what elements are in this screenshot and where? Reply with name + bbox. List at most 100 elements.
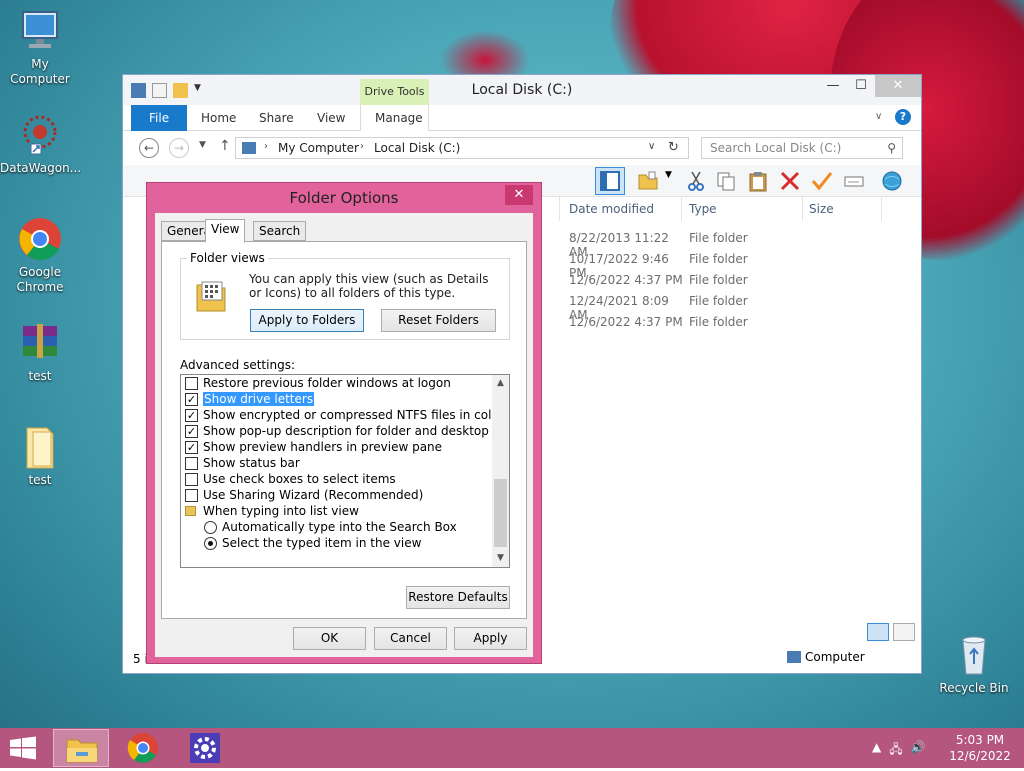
chevron-down-icon[interactable]: ▼	[665, 170, 675, 192]
checkbox-checked[interactable]: ✓	[185, 441, 198, 454]
folder-views-group: Folder views You can apply this view (su…	[180, 251, 510, 340]
settings-scrollbar[interactable]: ▲ ▼	[492, 375, 509, 567]
network-icon[interactable]: 🖧	[889, 740, 902, 761]
search-input[interactable]: Search Local Disk (C:) ⚲	[701, 137, 903, 159]
setting-show-popup-description[interactable]: ✓ Show pop-up description for folder and…	[185, 423, 510, 439]
desktop-icon-my-computer[interactable]: My Computer	[0, 8, 80, 87]
setting-auto-type-search-box[interactable]: Automatically type into the Search Box	[204, 519, 457, 535]
close-button[interactable]: ✕	[875, 75, 921, 97]
apply-to-folders-button[interactable]: Apply to Folders	[250, 309, 364, 332]
checkbox[interactable]	[185, 377, 198, 390]
preview-pane-icon[interactable]	[595, 167, 625, 195]
radio-button[interactable]	[204, 521, 217, 534]
folder-options-icon[interactable]	[637, 170, 659, 192]
volume-icon[interactable]: 🔊	[911, 740, 926, 761]
checkbox[interactable]	[185, 473, 198, 486]
large-icons-view-icon[interactable]	[893, 623, 915, 641]
scroll-up-icon[interactable]: ▲	[492, 375, 509, 392]
setting-show-preview-handlers[interactable]: ✓ Show preview handlers in preview pane	[185, 439, 442, 455]
up-arrow-icon[interactable]: ↑	[219, 138, 231, 154]
details-view-icon[interactable]	[867, 623, 889, 641]
tab-manage[interactable]: Manage	[360, 105, 429, 131]
column-type[interactable]: Type	[689, 202, 717, 216]
cancel-button[interactable]: Cancel	[374, 627, 447, 650]
setting-restore-folder-windows[interactable]: Restore previous folder windows at logon	[185, 375, 451, 391]
chevron-right-icon[interactable]: ›	[360, 141, 364, 152]
column-separator[interactable]	[559, 197, 560, 221]
restore-defaults-button[interactable]: Restore Defaults	[406, 586, 510, 609]
taskbar-settings[interactable]	[177, 729, 233, 767]
minimize-button[interactable]: —	[819, 75, 847, 97]
paste-icon[interactable]	[747, 170, 769, 192]
apply-button[interactable]: Apply	[454, 627, 527, 650]
status-location: Computer	[787, 650, 865, 664]
datawagon-icon	[17, 112, 63, 158]
desktop-icon-test-archive[interactable]: test	[0, 320, 80, 384]
taskbar-google-chrome[interactable]	[115, 729, 171, 767]
setting-show-encrypted-color[interactable]: ✓ Show encrypted or compressed NTFS file…	[185, 407, 504, 423]
setting-label: Select the typed item in the view	[222, 536, 422, 550]
column-separator[interactable]	[881, 197, 882, 221]
column-size[interactable]: Size	[809, 202, 834, 216]
breadcrumb-local-disk[interactable]: Local Disk (C:)	[374, 141, 460, 155]
tab-view[interactable]: View	[205, 219, 246, 243]
scrollbar-thumb[interactable]	[494, 479, 507, 547]
breadcrumb-my-computer[interactable]: My Computer	[278, 141, 359, 155]
checkbox-checked[interactable]: ✓	[185, 425, 198, 438]
taskbar-file-explorer[interactable]	[53, 729, 109, 767]
setting-use-sharing-wizard[interactable]: Use Sharing Wizard (Recommended)	[185, 487, 423, 503]
show-hidden-icons-icon[interactable]: ▲	[872, 740, 881, 761]
dialog-close-button[interactable]: ✕	[505, 185, 533, 205]
column-date-modified[interactable]: Date modified	[569, 202, 654, 216]
help-icon[interactable]: ?	[895, 109, 911, 125]
setting-show-status-bar[interactable]: Show status bar	[185, 455, 300, 471]
setting-label: Show pop-up description for folder and d…	[203, 424, 510, 438]
chevron-right-icon[interactable]: ›	[264, 141, 268, 152]
tab-search[interactable]: Search	[253, 221, 307, 241]
tab-file[interactable]: File	[131, 105, 188, 131]
advanced-settings-list[interactable]: Restore previous folder windows at logon…	[180, 374, 510, 568]
checkbox[interactable]	[185, 489, 198, 502]
back-button[interactable]: ←	[139, 138, 159, 158]
desktop-icon-test-folder[interactable]: test	[0, 424, 80, 488]
checkbox[interactable]	[185, 457, 198, 470]
desktop-icon-recycle-bin[interactable]: Recycle Bin	[934, 632, 1014, 696]
search-icon[interactable]: ⚲	[887, 138, 896, 158]
recent-locations-icon[interactable]: ▼	[199, 140, 206, 150]
delete-icon[interactable]	[779, 170, 801, 192]
desktop-icon-google-chrome[interactable]: Google Chrome	[0, 216, 80, 295]
cut-icon[interactable]	[685, 170, 707, 192]
copy-icon[interactable]	[715, 170, 737, 192]
setting-group-typing-list-view: When typing into list view	[185, 503, 359, 519]
forward-button[interactable]: →	[169, 138, 189, 158]
start-button[interactable]	[8, 736, 38, 760]
checkmark-icon[interactable]	[811, 170, 833, 192]
address-bar[interactable]: › My Computer › Local Disk (C:) ∨ ↻	[235, 137, 689, 159]
setting-select-typed-item[interactable]: Select the typed item in the view	[204, 535, 422, 551]
clock[interactable]: 5:03 PM 12/6/2022	[940, 732, 1020, 764]
chevron-down-icon[interactable]: ∨	[875, 111, 882, 122]
refresh-icon[interactable]: ↻	[668, 140, 679, 155]
globe-icon[interactable]	[881, 170, 903, 192]
tab-view[interactable]: View	[303, 105, 359, 131]
checkbox-checked[interactable]: ✓	[185, 409, 198, 422]
tab-home[interactable]: Home	[187, 105, 250, 131]
ribbon-tabs: File Home Share View Manage ∨ ?	[123, 105, 921, 131]
desktop-icon-datawagon[interactable]: DataWagon...	[0, 112, 81, 176]
explorer-titlebar[interactable]: ▼ Drive Tools Local Disk (C:) — ☐ ✕	[123, 75, 921, 105]
checkbox-checked[interactable]: ✓	[185, 393, 198, 406]
scroll-down-icon[interactable]: ▼	[492, 550, 509, 567]
maximize-button[interactable]: ☐	[847, 75, 875, 97]
computer-small-icon	[787, 651, 801, 663]
column-separator[interactable]	[681, 197, 682, 221]
setting-show-drive-letters[interactable]: ✓ Show drive letters	[185, 391, 315, 407]
chevron-down-icon[interactable]: ∨	[648, 141, 655, 152]
radio-button-selected[interactable]	[204, 537, 217, 550]
setting-use-check-boxes[interactable]: Use check boxes to select items	[185, 471, 396, 487]
column-separator[interactable]	[802, 197, 803, 221]
reset-folders-button[interactable]: Reset Folders	[381, 309, 496, 332]
ok-button[interactable]: OK	[293, 627, 366, 650]
folder-options-dialog[interactable]: Folder Options ✕ General View Search Fol…	[146, 182, 542, 664]
tab-share[interactable]: Share	[245, 105, 308, 131]
rename-icon[interactable]	[843, 170, 865, 192]
